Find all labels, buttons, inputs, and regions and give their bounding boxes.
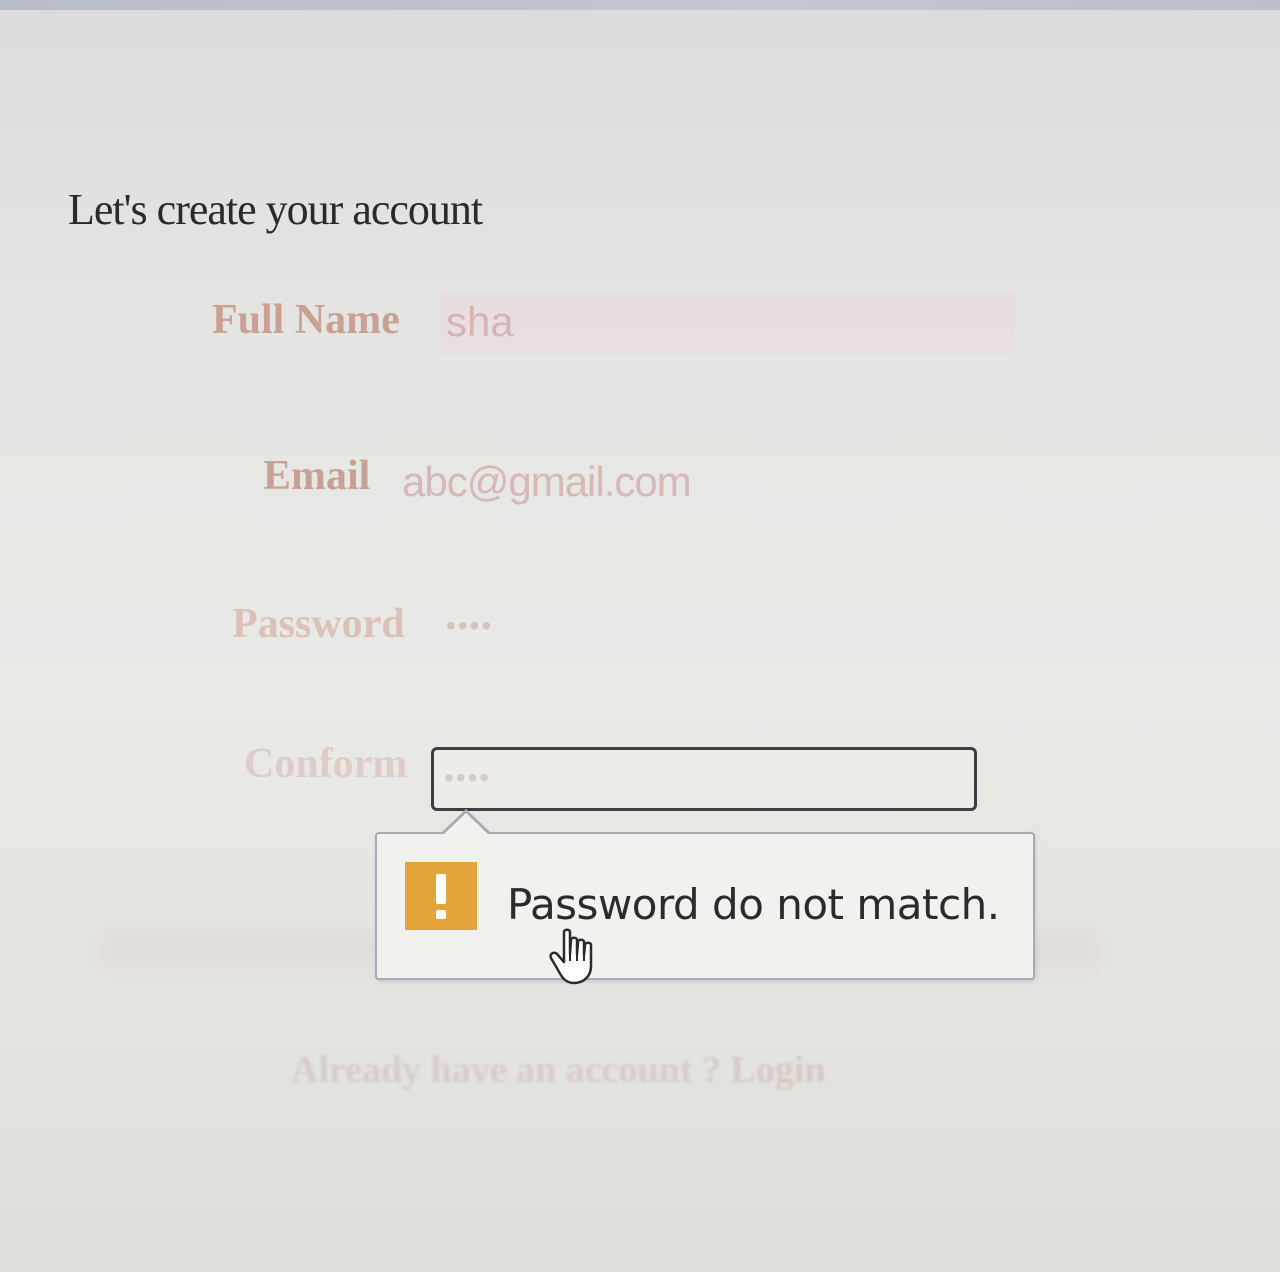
password-label: Password	[232, 601, 405, 647]
tooltip-arrow-fill	[443, 813, 489, 835]
login-prompt-text: Already have an account ?	[291, 1049, 721, 1091]
warning-exclamation-icon	[405, 862, 477, 930]
password-input[interactable]: ••••	[446, 610, 493, 642]
login-prompt: Already have an account ? Login	[291, 1048, 826, 1092]
confirm-password-input[interactable]: ••••	[431, 747, 977, 811]
login-link[interactable]: Login	[730, 1049, 825, 1091]
confirm-password-value: ••••	[444, 762, 492, 793]
full-name-label: Full Name	[212, 297, 400, 343]
screen-top-bezel	[0, 0, 1280, 10]
full-name-input[interactable]: sha	[446, 298, 514, 346]
full-name-field-highlight	[440, 292, 1015, 354]
email-input[interactable]: abc@gmail.com	[402, 458, 692, 506]
validation-message: Password do not match.	[507, 880, 1000, 929]
page-title: Let's create your account	[68, 185, 483, 234]
confirm-password-label: Conform	[244, 741, 408, 787]
email-label: Email	[263, 453, 371, 499]
hand-pointer-icon	[549, 928, 593, 985]
